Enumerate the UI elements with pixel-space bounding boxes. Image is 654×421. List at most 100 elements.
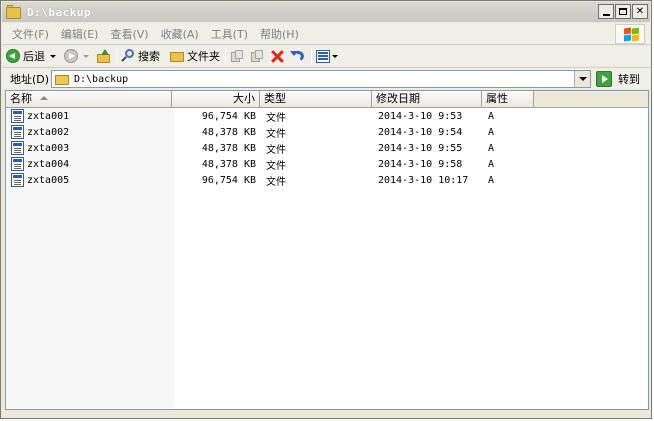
go-arrow-icon [596,71,612,87]
file-list[interactable]: 名称 大小 类型 修改日期 属性 zxta001 96,754 KB 文件 20… [5,90,649,410]
toolbar-separator [116,48,117,64]
menu-help[interactable]: 帮助(H) [260,26,299,42]
column-header-row: 名称 大小 类型 修改日期 属性 [6,91,648,108]
file-attributes: A [488,110,495,122]
minimize-button[interactable] [598,4,614,19]
address-input[interactable]: D:\backup [51,70,591,88]
column-header-modified[interactable]: 修改日期 [372,91,482,107]
file-name: zxta003 [27,142,70,154]
forward-button[interactable] [64,47,89,65]
column-modified-label: 修改日期 [376,92,420,105]
file-type: 文件 [266,160,286,172]
column-header-size[interactable]: 大小 [172,91,260,107]
column-header-name[interactable]: 名称 [6,91,172,107]
file-attributes: A [488,126,495,138]
toolbar-separator [225,48,226,64]
file-name-cell: zxta001 [6,109,172,123]
column-name-label: 名称 [10,92,32,105]
copy-to-button[interactable] [250,47,264,65]
sort-ascending-icon [40,96,48,100]
file-icon [11,173,24,187]
file-modified: 2014-3-10 10:17 [378,174,469,186]
folder-icon [55,74,69,85]
address-label: 地址(D) [10,72,50,86]
go-button[interactable]: 转到 [596,70,640,88]
column-type-label: 类型 [264,92,286,105]
file-size: 96,754 KB [201,174,256,186]
title-bar[interactable]: D:\backup ✕ [2,2,650,22]
undo-button[interactable] [290,47,306,65]
folder-up-icon [97,49,111,63]
search-icon [121,49,135,63]
column-header-type[interactable]: 类型 [260,91,372,107]
file-modified: 2014-3-10 9:54 [378,126,463,138]
toolbar: 后退 搜索 文件夹 [2,46,650,66]
file-row[interactable]: zxta001 96,754 KB 文件 2014-3-10 9:53 A [6,108,648,124]
back-dropdown-icon[interactable] [50,54,56,58]
folders-button[interactable]: 文件夹 [170,47,220,65]
file-size: 48,378 KB [201,142,256,154]
column-attributes-label: 属性 [486,92,508,105]
file-size: 48,378 KB [201,158,256,170]
close-button[interactable]: ✕ [632,4,648,19]
delete-button[interactable] [270,47,284,65]
file-size: 96,754 KB [201,110,256,122]
windows-logo-icon [615,24,645,44]
views-icon [316,49,330,63]
up-button[interactable] [97,47,111,65]
views-dropdown-icon[interactable] [332,54,338,58]
file-icon [11,157,24,171]
folder-icon [6,4,22,19]
forward-dropdown-icon[interactable] [83,54,89,58]
address-value: D:\backup [74,73,129,85]
menu-tools[interactable]: 工具(T) [211,26,248,42]
address-dropdown-icon[interactable] [574,71,590,87]
window-controls: ✕ [598,4,648,19]
file-type: 文件 [266,176,286,188]
maximize-icon [619,8,627,15]
file-size: 48,378 KB [201,126,256,138]
file-modified: 2014-3-10 9:58 [378,158,463,170]
move-to-button[interactable] [230,47,244,65]
minimize-icon [602,14,610,16]
search-button[interactable]: 搜索 [121,47,160,65]
forward-arrow-icon [64,49,78,63]
maximize-button[interactable] [615,4,631,19]
window-title: D:\backup [27,5,92,19]
file-name: zxta002 [27,126,70,138]
file-rows: zxta001 96,754 KB 文件 2014-3-10 9:53 A zx… [6,108,648,188]
file-row[interactable]: zxta004 48,378 KB 文件 2014-3-10 9:58 A [6,156,648,172]
views-button[interactable] [316,47,338,65]
file-row[interactable]: zxta005 96,754 KB 文件 2014-3-10 10:17 A [6,172,648,188]
back-label: 后退 [23,50,45,63]
explorer-window: D:\backup ✕ 文件(F) 编辑(E) 查看(V) 收藏(A) 工具(T… [0,0,652,419]
file-row[interactable]: zxta003 48,378 KB 文件 2014-3-10 9:55 A [6,140,648,156]
file-modified: 2014-3-10 9:53 [378,110,463,122]
go-label: 转到 [618,73,640,86]
file-name: zxta004 [27,158,70,170]
menu-edit[interactable]: 编辑(E) [61,26,99,42]
file-row[interactable]: zxta002 48,378 KB 文件 2014-3-10 9:54 A [6,124,648,140]
file-attributes: A [488,142,495,154]
file-attributes: A [488,158,495,170]
file-attributes: A [488,174,495,186]
file-name-cell: zxta005 [6,173,172,187]
menu-favorites[interactable]: 收藏(A) [161,26,199,42]
file-type: 文件 [266,144,286,156]
menu-view[interactable]: 查看(V) [110,26,148,42]
delete-icon [270,49,284,63]
menu-file[interactable]: 文件(F) [12,26,49,42]
file-name-cell: zxta003 [6,141,172,155]
close-icon: ✕ [635,6,645,17]
file-modified: 2014-3-10 9:55 [378,142,463,154]
file-name-cell: zxta004 [6,157,172,171]
column-header-attributes[interactable]: 属性 [482,91,534,107]
folders-icon [170,50,184,62]
toolbar-separator [311,48,312,64]
menu-bar: 文件(F) 编辑(E) 查看(V) 收藏(A) 工具(T) 帮助(H) [2,23,650,45]
file-type: 文件 [266,128,286,140]
file-icon [11,109,24,123]
file-type: 文件 [266,112,286,124]
file-name-cell: zxta002 [6,125,172,139]
back-button[interactable]: 后退 [6,47,56,65]
